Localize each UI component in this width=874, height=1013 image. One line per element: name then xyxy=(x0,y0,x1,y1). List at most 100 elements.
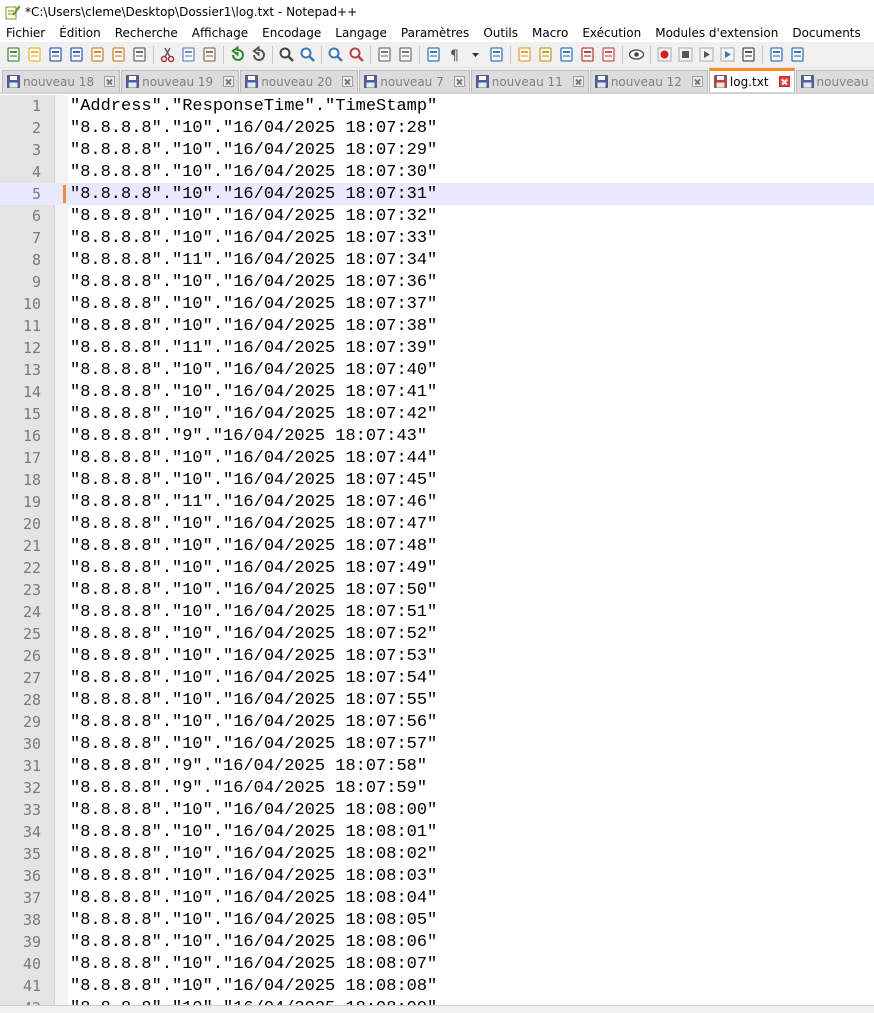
editor-line[interactable]: 24 "8.8.8.8"."10"."16/04/2025 18:07:51" xyxy=(0,601,874,623)
line-text[interactable]: "8.8.8.8"."10"."16/04/2025 18:07:33" xyxy=(70,229,437,248)
tab-nouveau-7[interactable]: nouveau 7 xyxy=(359,70,470,92)
paste-button[interactable] xyxy=(201,46,218,63)
line-text[interactable]: "8.8.8.8"."11"."16/04/2025 18:07:34" xyxy=(70,251,437,270)
save-all-button[interactable] xyxy=(68,46,85,63)
editor-line[interactable]: 6 "8.8.8.8"."10"."16/04/2025 18:07:32" xyxy=(0,205,874,227)
panel-button[interactable] xyxy=(789,46,806,63)
editor-line[interactable]: 28 "8.8.8.8"."10"."16/04/2025 18:07:55" xyxy=(0,689,874,711)
editor-lines[interactable]: 1 "Address"."ResponseTime"."TimeStamp" 2 "8… xyxy=(0,95,874,1005)
editor-line[interactable]: 36 "8.8.8.8"."10"."16/04/2025 18:08:03" xyxy=(0,865,874,887)
editor-line[interactable]: 32 "8.8.8.8"."9"."16/04/2025 18:07:59" xyxy=(0,777,874,799)
tab-close-icon[interactable] xyxy=(104,76,116,87)
line-text[interactable]: "8.8.8.8"."10"."16/04/2025 18:07:30" xyxy=(70,163,437,182)
line-text[interactable]: "8.8.8.8"."10"."16/04/2025 18:08:06" xyxy=(70,933,437,952)
line-text[interactable]: "8.8.8.8"."10"."16/04/2025 18:07:36" xyxy=(70,273,437,292)
replace-button[interactable] xyxy=(299,46,316,63)
editor-line[interactable]: 21 "8.8.8.8"."10"."16/04/2025 18:07:48" xyxy=(0,535,874,557)
editor-line[interactable]: 10 "8.8.8.8"."10"."16/04/2025 18:07:37" xyxy=(0,293,874,315)
tab-nouveau-20[interactable]: nouveau 20 xyxy=(240,70,359,92)
menu-aide[interactable]: ? xyxy=(868,26,874,40)
line-text[interactable]: "8.8.8.8"."10"."16/04/2025 18:08:03" xyxy=(70,867,437,886)
line-text[interactable]: "8.8.8.8"."10"."16/04/2025 18:07:38" xyxy=(70,317,437,336)
editor-line[interactable]: 39 "8.8.8.8"."10"."16/04/2025 18:08:06" xyxy=(0,931,874,953)
menu-fichier[interactable]: Fichier xyxy=(0,26,52,40)
editor-line[interactable]: 31 "8.8.8.8"."9"."16/04/2025 18:07:58" xyxy=(0,755,874,777)
line-text[interactable]: "8.8.8.8"."10"."16/04/2025 18:08:01" xyxy=(70,823,437,842)
editor-line[interactable]: 5 "8.8.8.8"."10"."16/04/2025 18:07:31" xyxy=(0,183,874,205)
print-button[interactable] xyxy=(131,46,148,63)
line-text[interactable]: "8.8.8.8"."10"."16/04/2025 18:07:53" xyxy=(70,647,437,666)
line-text[interactable]: "8.8.8.8"."11"."16/04/2025 18:07:39" xyxy=(70,339,437,358)
editor-line[interactable]: 33 "8.8.8.8"."10"."16/04/2025 18:08:00" xyxy=(0,799,874,821)
macro-stop-button[interactable] xyxy=(677,46,694,63)
line-text[interactable]: "8.8.8.8"."10"."16/04/2025 18:07:54" xyxy=(70,669,437,688)
folder-workspace-button[interactable] xyxy=(579,46,596,63)
menu-recherche[interactable]: Recherche xyxy=(108,26,185,40)
line-text[interactable]: "8.8.8.8"."10"."16/04/2025 18:07:44" xyxy=(70,449,437,468)
line-text[interactable]: "8.8.8.8"."10"."16/04/2025 18:07:37" xyxy=(70,295,437,314)
line-text[interactable]: "8.8.8.8"."10"."16/04/2025 18:08:04" xyxy=(70,889,437,908)
editor-line[interactable]: 19 "8.8.8.8"."11"."16/04/2025 18:07:46" xyxy=(0,491,874,513)
tab-close-icon[interactable] xyxy=(453,76,465,87)
editor-line[interactable]: 37 "8.8.8.8"."10"."16/04/2025 18:08:04" xyxy=(0,887,874,909)
line-text[interactable]: "8.8.8.8"."10"."16/04/2025 18:07:47" xyxy=(70,515,437,534)
line-text[interactable]: "8.8.8.8"."10"."16/04/2025 18:07:51" xyxy=(70,603,437,622)
editor-line[interactable]: 11 "8.8.8.8"."10"."16/04/2025 18:07:38" xyxy=(0,315,874,337)
editor-line[interactable]: 41 "8.8.8.8"."10"."16/04/2025 18:08:08" xyxy=(0,975,874,997)
doc-list-button[interactable] xyxy=(558,46,575,63)
cut-button[interactable] xyxy=(159,46,176,63)
editor-line[interactable]: 40 "8.8.8.8"."10"."16/04/2025 18:08:07" xyxy=(0,953,874,975)
tab-close-icon[interactable] xyxy=(691,76,703,87)
save-button[interactable] xyxy=(47,46,64,63)
line-text[interactable]: "8.8.8.8"."10"."16/04/2025 18:08:00" xyxy=(70,801,437,820)
editor-line[interactable]: 3 "8.8.8.8"."10"."16/04/2025 18:07:29" xyxy=(0,139,874,161)
editor-line[interactable]: 4 "8.8.8.8"."10"."16/04/2025 18:07:30" xyxy=(0,161,874,183)
line-text[interactable]: "8.8.8.8"."10"."16/04/2025 18:08:05" xyxy=(70,911,437,930)
tab-close-icon[interactable] xyxy=(223,76,235,87)
line-text[interactable]: "8.8.8.8"."10"."16/04/2025 18:07:55" xyxy=(70,691,437,710)
editor-line[interactable]: 15 "8.8.8.8"."10"."16/04/2025 18:07:42" xyxy=(0,403,874,425)
find-button[interactable] xyxy=(278,46,295,63)
editor-line[interactable]: 12 "8.8.8.8"."11"."16/04/2025 18:07:39" xyxy=(0,337,874,359)
monitoring-button[interactable] xyxy=(628,46,645,63)
editor-line[interactable]: 16 "8.8.8.8"."9"."16/04/2025 18:07:43" xyxy=(0,425,874,447)
undo-button[interactable] xyxy=(229,45,246,63)
editor-line[interactable]: 7 "8.8.8.8"."10"."16/04/2025 18:07:33" xyxy=(0,227,874,249)
tab-close-icon[interactable] xyxy=(572,76,584,87)
line-text[interactable]: "8.8.8.8"."10"."16/04/2025 18:07:41" xyxy=(70,383,437,402)
line-text[interactable]: "8.8.8.8"."10"."16/04/2025 18:07:52" xyxy=(70,625,437,644)
editor-line[interactable]: 30 "8.8.8.8"."10"."16/04/2025 18:07:57" xyxy=(0,733,874,755)
close-all-button[interactable] xyxy=(110,46,127,63)
editor-line[interactable]: 38 "8.8.8.8"."10"."16/04/2025 18:08:05" xyxy=(0,909,874,931)
editor-line[interactable]: 27 "8.8.8.8"."10"."16/04/2025 18:07:54" xyxy=(0,667,874,689)
menu-edition[interactable]: Édition xyxy=(52,26,108,40)
tab-nouveau-19[interactable]: nouveau 19 xyxy=(121,70,240,92)
menu-modules[interactable]: Modules d'extension xyxy=(648,26,785,40)
sync-horizontal-button[interactable] xyxy=(397,46,414,63)
menu-affichage[interactable]: Affichage xyxy=(185,26,255,40)
editor-line[interactable]: 2 "8.8.8.8"."10"."16/04/2025 18:07:28" xyxy=(0,117,874,139)
line-text[interactable]: "Address"."ResponseTime"."TimeStamp" xyxy=(70,97,437,116)
sync-vertical-button[interactable] xyxy=(376,46,393,63)
editor-line[interactable]: 9 "8.8.8.8"."10"."16/04/2025 18:07:36" xyxy=(0,271,874,293)
line-text[interactable]: "8.8.8.8"."10"."16/04/2025 18:07:42" xyxy=(70,405,437,424)
menu-execution[interactable]: Exécution xyxy=(575,26,648,40)
editor-line[interactable]: 1 "Address"."ResponseTime"."TimeStamp" xyxy=(0,95,874,117)
text-editor[interactable]: 1 "Address"."ResponseTime"."TimeStamp" 2 "8… xyxy=(0,95,874,1005)
line-text[interactable]: "8.8.8.8"."10"."16/04/2025 18:07:57" xyxy=(70,735,437,754)
line-text[interactable]: "8.8.8.8"."10"."16/04/2025 18:07:48" xyxy=(70,537,437,556)
line-text[interactable]: "8.8.8.8"."10"."16/04/2025 18:07:40" xyxy=(70,361,437,380)
tab-close-icon[interactable] xyxy=(778,76,790,87)
menu-langage[interactable]: Langage xyxy=(328,26,394,40)
editor-line[interactable]: 42"8.8.8.8"."10"."16/04/2025 18:08:09" xyxy=(0,997,874,1006)
tab-nouveau-12[interactable]: nouveau 12 xyxy=(589,70,708,92)
copy-button[interactable] xyxy=(180,46,197,63)
menu-macro[interactable]: Macro xyxy=(525,26,575,40)
word-wrap-button[interactable] xyxy=(425,46,442,63)
zoom-out-button[interactable] xyxy=(348,46,365,63)
editor-line[interactable]: 35 "8.8.8.8"."10"."16/04/2025 18:08:02" xyxy=(0,843,874,865)
dropdown-arrow-button[interactable] xyxy=(467,46,484,63)
open-file-button[interactable] xyxy=(26,46,43,63)
menu-parametres[interactable]: Paramètres xyxy=(394,26,476,40)
line-text[interactable]: "8.8.8.8"."10"."16/04/2025 18:07:31" xyxy=(70,185,437,204)
